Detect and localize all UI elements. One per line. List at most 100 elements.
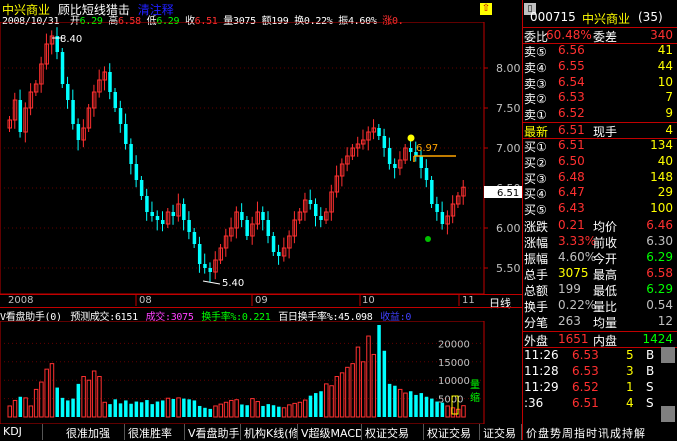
volume-bar-up xyxy=(334,376,340,418)
volume-bar-up xyxy=(33,388,39,418)
chart-area[interactable]: 中兴商业 顾比短线猎击 清注释 2008/10/31 开6.29 高6.58 低… xyxy=(0,0,522,440)
volume-bar-down xyxy=(76,383,81,417)
candle-down xyxy=(261,212,265,220)
volume-bar-up xyxy=(23,397,28,418)
volume-bar-down xyxy=(60,397,65,417)
volume-outflow-mark: 缩 xyxy=(470,391,480,404)
bid-volume: 148 xyxy=(650,169,673,184)
tick-side: S xyxy=(646,380,654,394)
candle-down xyxy=(71,100,75,124)
stat-value: 3.33% xyxy=(558,234,597,248)
tab-warrant-trade-1[interactable]: 权证交易 xyxy=(362,424,424,440)
volume-bar-up xyxy=(287,404,292,418)
volume-bar-down xyxy=(377,325,381,417)
volume-bars xyxy=(7,325,466,418)
volume-bar-down xyxy=(197,405,202,417)
tick-row: 11:28 6.53 3 B xyxy=(522,364,677,379)
volume-bar-down xyxy=(203,407,207,417)
stat-label: 量比 xyxy=(593,300,618,314)
tick-side: B xyxy=(646,348,655,362)
volume-bar-up xyxy=(7,405,12,418)
bid-label: 买② xyxy=(524,155,547,170)
ask-price: 6.53 xyxy=(558,90,585,105)
candle-down xyxy=(377,128,381,136)
stock-title-row: 000715 中兴商业 (35) xyxy=(522,10,677,26)
tab-warrant-trade-3[interactable]: 证交易 xyxy=(480,424,522,440)
tick-scroll-down[interactable] xyxy=(661,406,675,422)
candle-down xyxy=(387,148,392,164)
stat-label: 最高 xyxy=(593,268,618,282)
tab-very-accurate-winrate[interactable]: 很准胜率 xyxy=(125,424,185,440)
tab-kdj[interactable]: KDJ xyxy=(0,424,43,440)
volume-bar-up xyxy=(345,366,350,418)
bid-row: 买④ 6.47 29 xyxy=(522,185,677,202)
bid-volume: 29 xyxy=(657,185,673,200)
volume-bar-down xyxy=(171,398,176,417)
stat-value: 4.60% xyxy=(558,250,597,264)
ask-price: 6.55 xyxy=(558,58,585,73)
tick-price: 6.53 xyxy=(572,348,599,362)
bid-label: 买④ xyxy=(524,187,547,202)
volume-bar-up xyxy=(445,405,450,418)
volume-bar-down xyxy=(161,400,165,417)
volume-chart[interactable]: 20000 15000 10000 5000 量 缩 xyxy=(0,321,522,424)
volume-bar-up xyxy=(102,401,107,418)
stat-label: 分笔 xyxy=(524,316,549,330)
volume-bar-up xyxy=(223,401,229,418)
volume-bar-down xyxy=(55,387,59,417)
scroll-up-icon[interactable]: ⇧ xyxy=(480,3,492,15)
candle-down xyxy=(182,204,186,220)
bid-volume: 134 xyxy=(650,138,673,152)
ask-volume: 41 xyxy=(657,43,673,57)
bid-price: 6.47 xyxy=(558,185,585,200)
stat-value: 263 xyxy=(558,314,581,328)
volume-bar-down xyxy=(71,398,75,417)
trough-leader xyxy=(202,280,221,285)
candle-down xyxy=(393,164,397,168)
volume-bar-up xyxy=(12,399,18,418)
tab-v-assistant[interactable]: V看盘助手 xyxy=(185,424,241,440)
volume-bar-up xyxy=(350,363,355,418)
bid-price: 6.43 xyxy=(558,201,585,216)
candle-down xyxy=(203,264,207,268)
volume-bar-down xyxy=(129,403,133,417)
tick-volume: 4 xyxy=(626,396,634,410)
volume-bar-down xyxy=(277,406,281,417)
candle-down xyxy=(435,204,439,212)
ask-volume: 9 xyxy=(665,106,673,121)
bid-price: 6.48 xyxy=(558,169,585,184)
candle-down xyxy=(108,72,112,92)
bid-volume: 40 xyxy=(657,153,673,168)
stat-value: 199 xyxy=(558,282,581,296)
tick-time: :36 xyxy=(524,396,544,410)
volume-bar-down xyxy=(414,394,418,417)
candle-down xyxy=(240,212,244,220)
panel-tabs[interactable]: 价盘势周指时讯成持解 xyxy=(524,424,677,440)
tick-scroll-up[interactable] xyxy=(661,347,675,363)
tab-warrant-trade-2[interactable]: 权证交易 xyxy=(424,424,480,440)
bid-label: 买③ xyxy=(524,171,547,186)
candle-down xyxy=(319,216,323,220)
price-tick-label: 6.00 xyxy=(496,222,521,235)
volume-bar-down xyxy=(308,395,313,417)
tab-institution-kline[interactable]: 机构K线(修 xyxy=(241,424,298,440)
tab-v-super-macd[interactable]: V超级MACD xyxy=(298,424,362,440)
candle-down xyxy=(314,204,318,216)
bid-row: 买⑤ 6.43 100 xyxy=(522,201,677,217)
inner-volume: 1424 xyxy=(642,332,673,346)
tick-volume: 1 xyxy=(626,380,634,394)
tab-very-accurate-enhanced[interactable]: 很准加强 xyxy=(63,424,125,440)
bid-label: 买① xyxy=(524,140,547,154)
stat-value: 0.54 xyxy=(646,298,673,312)
volume-bar-down xyxy=(113,399,118,417)
ask-label: 卖③ xyxy=(524,76,547,91)
stock-code: 000715 xyxy=(530,10,576,24)
volume-bar-down xyxy=(108,404,112,417)
price-chart[interactable]: 8.007.507.006.506.005.50 8.40 5.40 6.97 … xyxy=(0,22,522,294)
stat-label: 今开 xyxy=(593,252,618,266)
ratio-row: 委比 60.48% 委差 340 xyxy=(522,27,677,44)
volume-bar-up xyxy=(49,363,55,418)
time-axis: 2008 08 09 10 11 日线 xyxy=(0,294,522,310)
volume-bar-down xyxy=(124,400,128,417)
volume-bar-up xyxy=(292,402,297,418)
